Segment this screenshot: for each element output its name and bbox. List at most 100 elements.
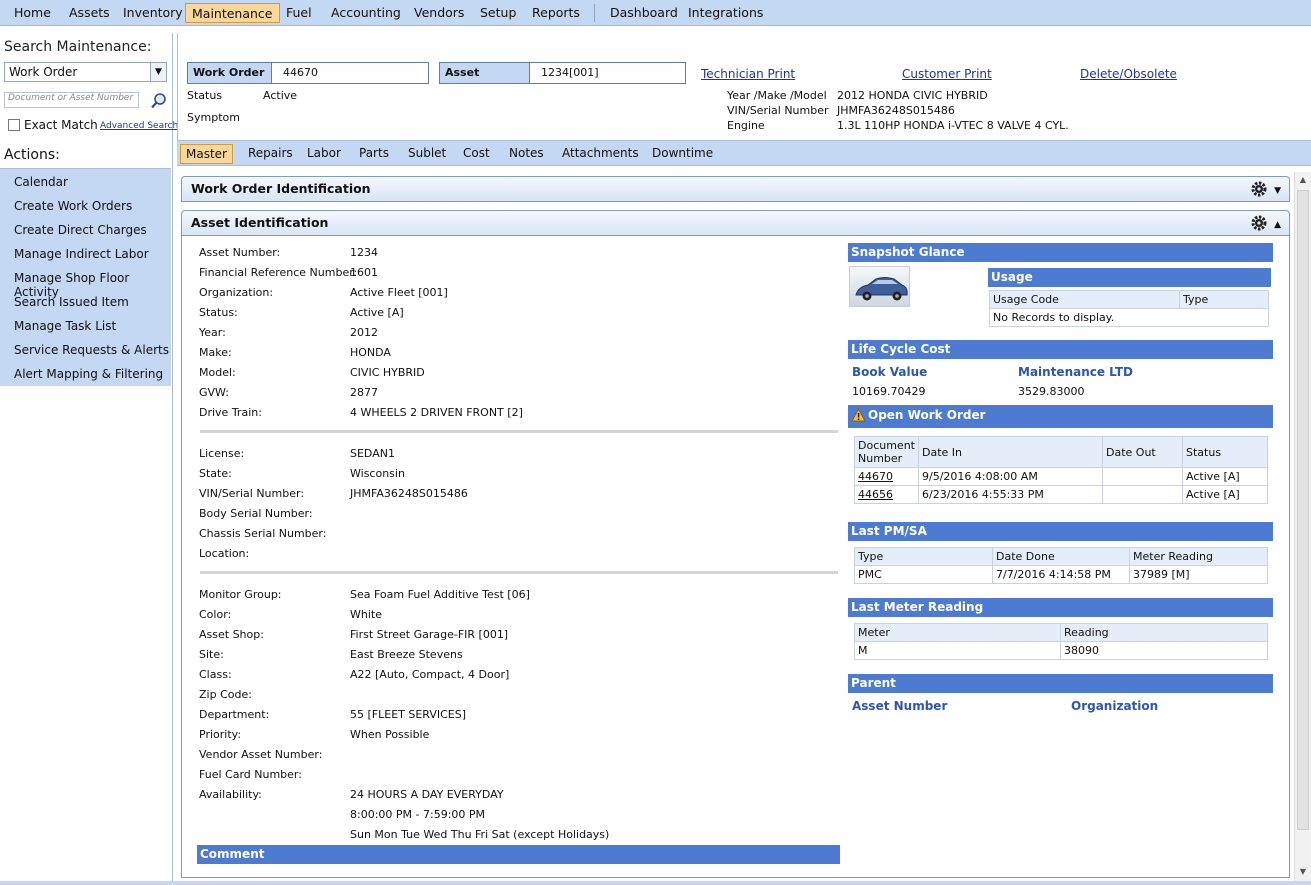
table-cell: 6/23/2016 4:55:33 PM (918, 485, 1103, 504)
table-row: 44670 9/5/2016 4:08:00 AM Active [A] (854, 467, 1268, 486)
table-cell: 9/5/2016 4:08:00 AM (918, 467, 1103, 486)
technician-print-link[interactable]: Technician Print (701, 67, 795, 81)
divider (200, 430, 838, 433)
field-label: License: (199, 447, 245, 460)
table-header: Date Out (1102, 436, 1183, 468)
gear-icon[interactable] (1251, 181, 1267, 197)
search-input[interactable]: Document or Asset Number (4, 92, 139, 108)
gear-icon[interactable] (1251, 215, 1267, 231)
exact-match-checkbox[interactable] (8, 119, 20, 131)
nav-maintenance[interactable]: Maintenance (185, 3, 280, 23)
chevron-up-icon[interactable]: ▲ (1274, 213, 1281, 237)
tab-repairs[interactable]: Repairs (243, 144, 298, 164)
field-value: 4 WHEELS 2 DRIVEN FRONT [2] (350, 406, 523, 419)
table-header: Status (1182, 436, 1268, 468)
work-order-label: Work Order (187, 62, 271, 84)
field-label: Class: (199, 668, 232, 681)
asset-field[interactable]: 1234[001] (529, 62, 686, 84)
table-header: Document Number (854, 436, 919, 468)
parent-bar: Parent (848, 674, 1273, 693)
search-type-select[interactable]: Work Order ▼ (4, 62, 167, 82)
tab-notes[interactable]: Notes (504, 144, 549, 164)
table-cell: Active [A] (1182, 485, 1268, 504)
tab-cost[interactable]: Cost (458, 144, 495, 164)
advanced-search-link[interactable]: Advanced Search (100, 121, 178, 131)
field-label: Financial Reference Number: (199, 266, 358, 279)
asset-identification-header[interactable]: Asset Identification ▲ (181, 210, 1290, 236)
bottom-bar (0, 881, 1311, 885)
action-alert-mapping-filtering[interactable]: Alert Mapping & Filtering (14, 367, 163, 381)
scroll-down-icon[interactable]: ▼ (1295, 864, 1311, 880)
table-row: M 38090 (854, 641, 1268, 660)
chevron-down-icon[interactable]: ▼ (1274, 179, 1281, 203)
table-cell: 38090 (1060, 641, 1268, 660)
document-number-link[interactable]: 44670 (854, 467, 919, 486)
action-manage-task-list[interactable]: Manage Task List (14, 319, 116, 333)
search-title: Search Maintenance: (4, 39, 152, 55)
action-manage-indirect-labor[interactable]: Manage Indirect Labor (14, 247, 149, 261)
nav-inventory[interactable]: Inventory (117, 3, 189, 23)
section-title: Work Order Identification (191, 181, 371, 196)
actions-panel: Calendar Create Work Orders Create Direc… (0, 168, 171, 386)
nav-reports[interactable]: Reports (526, 3, 586, 23)
table-header: Type (854, 547, 993, 566)
nav-accounting[interactable]: Accounting (325, 3, 407, 23)
field-value: 24 HOURS A DAY EVERYDAY (350, 788, 504, 801)
field-value: When Possible (350, 728, 430, 741)
action-create-direct-charges[interactable]: Create Direct Charges (14, 223, 147, 237)
action-service-requests-alerts[interactable]: Service Requests & Alerts (14, 343, 169, 357)
action-calendar[interactable]: Calendar (14, 175, 68, 189)
work-order-field[interactable]: 44670 (271, 62, 429, 84)
nav-separator (594, 4, 595, 22)
status-value: Active (263, 89, 298, 102)
open-work-order-bar: Open Work Order (848, 405, 1273, 428)
nav-assets[interactable]: Assets (63, 3, 116, 23)
asset-label: Asset (439, 62, 529, 84)
table-cell (1102, 485, 1183, 504)
field-value: Active Fleet [001] (350, 286, 448, 299)
last-meter-reading-table: Meter Reading M 38090 (854, 623, 1268, 660)
table-cell: PMC (854, 565, 993, 584)
field-value: East Breeze Stevens (350, 648, 463, 661)
tab-labor[interactable]: Labor (302, 144, 346, 164)
customer-print-link[interactable]: Customer Print (902, 67, 992, 81)
last-pm-sa-bar: Last PM/SA (848, 522, 1273, 541)
usage-table: Usage Code Type No Records to display. (989, 290, 1269, 327)
nav-dashboard[interactable]: Dashboard (604, 3, 684, 23)
field-value: 2877 (350, 386, 378, 399)
table-row: 44656 6/23/2016 4:55:33 PM Active [A] (854, 485, 1268, 504)
delete-obsolete-link[interactable]: Delete/Obsolete (1080, 67, 1177, 81)
nav-setup[interactable]: Setup (474, 3, 522, 23)
field-label: Fuel Card Number: (199, 768, 302, 781)
parent-organization-label: Organization (1071, 699, 1159, 713)
search-type-value: Work Order (9, 65, 78, 79)
nav-integrations[interactable]: Integrations (682, 3, 769, 23)
search-icon[interactable] (150, 92, 168, 110)
tab-sublet[interactable]: Sublet (403, 144, 451, 164)
usage-bar: Usage (988, 268, 1271, 287)
tab-master[interactable]: Master (180, 144, 233, 164)
last-meter-reading-bar: Last Meter Reading (848, 598, 1273, 617)
action-search-issued-item[interactable]: Search Issued Item (14, 295, 129, 309)
field-label: Zip Code: (199, 688, 252, 701)
table-header: Reading (1060, 623, 1268, 642)
scroll-thumb[interactable] (1297, 190, 1309, 830)
document-number-link[interactable]: 44656 (854, 485, 919, 504)
table-header: Meter Reading (1129, 547, 1268, 566)
nav-fuel[interactable]: Fuel (280, 3, 318, 23)
action-create-work-orders[interactable]: Create Work Orders (14, 199, 132, 213)
field-label: Body Serial Number: (199, 507, 313, 520)
nav-home[interactable]: Home (8, 3, 57, 23)
field-label: Year: (199, 326, 226, 339)
tab-attachments[interactable]: Attachments (557, 144, 644, 164)
nav-vendors[interactable]: Vendors (408, 3, 470, 23)
tab-parts[interactable]: Parts (354, 144, 394, 164)
tab-downtime[interactable]: Downtime (647, 144, 718, 164)
ymm-label: Year /Make /Model (727, 89, 827, 102)
vertical-scrollbar[interactable]: ▲ ▼ (1294, 172, 1311, 883)
chevron-down-icon[interactable]: ▼ (150, 63, 166, 81)
work-order-identification-header[interactable]: Work Order Identification ▼ (181, 176, 1290, 202)
scroll-up-icon[interactable]: ▲ (1295, 172, 1311, 188)
table-cell (1102, 467, 1183, 486)
field-label: Status: (199, 306, 238, 319)
